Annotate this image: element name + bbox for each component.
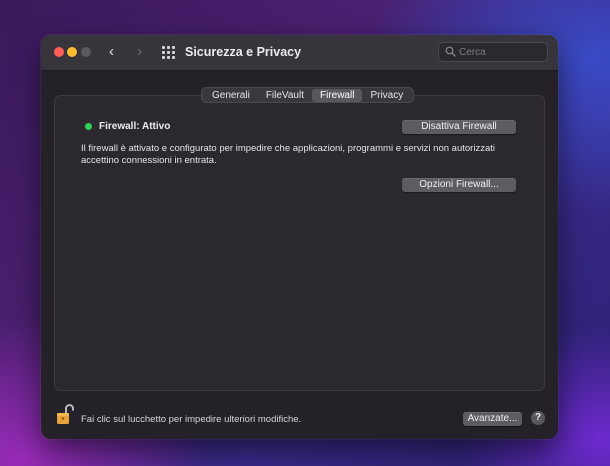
search-input[interactable]	[459, 45, 543, 59]
tab-firewall[interactable]: Firewall	[311, 88, 363, 102]
show-all-grid-icon[interactable]	[162, 46, 175, 59]
back-chevron-icon[interactable]: ‹	[109, 43, 114, 61]
tab-generali[interactable]: Generali	[204, 89, 258, 102]
titlebar: ‹ › Sicurezza e Privacy	[41, 35, 558, 71]
advanced-button[interactable]: Avanzate...	[463, 412, 522, 426]
unlocked-padlock-icon[interactable]	[56, 402, 74, 426]
zoom-button[interactable]	[81, 47, 91, 57]
help-button[interactable]: ?	[531, 411, 545, 425]
magnifier-icon	[445, 46, 456, 57]
tab-privacy[interactable]: Privacy	[362, 89, 411, 102]
content-panel	[54, 95, 545, 391]
desktop: { "window": { "title": "Sicurezza e Priv…	[0, 0, 610, 466]
lock-hint-text: Fai clic sul lucchetto per impedire ulte…	[81, 414, 302, 425]
tab-filevault[interactable]: FileVault	[258, 89, 312, 102]
search-field[interactable]	[438, 42, 548, 62]
status-indicator-icon	[85, 123, 92, 130]
close-button[interactable]	[54, 47, 64, 57]
firewall-status: Firewall: Attivo	[99, 121, 171, 132]
firewall-description: Il firewall è attivato e configurato per…	[81, 143, 495, 166]
minimize-button[interactable]	[67, 47, 77, 57]
forward-chevron-icon[interactable]: ›	[137, 43, 142, 61]
firewall-options-button[interactable]: Opzioni Firewall...	[402, 178, 516, 192]
system-preferences-window: ‹ › Sicurezza e Privacy Generali FileVau…	[41, 35, 558, 439]
tab-bar: Generali FileVault Firewall Privacy	[201, 87, 415, 103]
disable-firewall-button[interactable]: Disattiva Firewall	[402, 120, 516, 134]
window-title: Sicurezza e Privacy	[185, 45, 302, 59]
